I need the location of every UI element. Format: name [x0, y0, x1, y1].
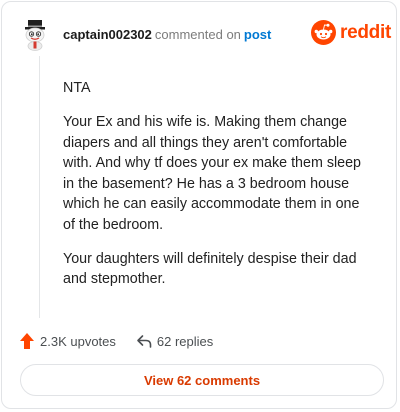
replies-button[interactable]: 62 replies: [136, 332, 213, 350]
reddit-logo[interactable]: reddit: [311, 20, 391, 45]
reply-arrow-icon: [137, 335, 152, 348]
upvote-arrow-icon: [20, 333, 34, 349]
commented-on-text: commented on: [154, 27, 241, 42]
upvotes-count: 2.3K upvotes: [40, 333, 116, 349]
thread-line: [39, 56, 40, 318]
comment-paragraph: Your daughters will definitely despise t…: [63, 250, 357, 288]
username-link[interactable]: captain002302: [63, 27, 152, 42]
upvote-button[interactable]: 2.3K upvotes: [19, 332, 116, 350]
view-comments-button[interactable]: View 62 comments: [20, 364, 384, 396]
comment-body: NTA Your Ex and his wife is. Making them…: [63, 78, 373, 303]
replies-count: 62 replies: [156, 333, 214, 349]
reddit-wordmark: reddit: [340, 21, 391, 43]
user-avatar-icon[interactable]: [20, 17, 50, 51]
comment-paragraph: NTA: [63, 80, 91, 96]
comment-header: captain002302 commented on post: [63, 27, 271, 43]
comment-paragraph: Your Ex and his wife is. Making them cha…: [63, 114, 362, 233]
post-link[interactable]: post: [244, 27, 271, 42]
comment-actions: 2.3K upvotes 62 replies: [19, 332, 213, 350]
comment-card: captain002302 commented on post reddit NTA…: [1, 1, 397, 409]
reddit-snoo-icon: [311, 20, 336, 45]
